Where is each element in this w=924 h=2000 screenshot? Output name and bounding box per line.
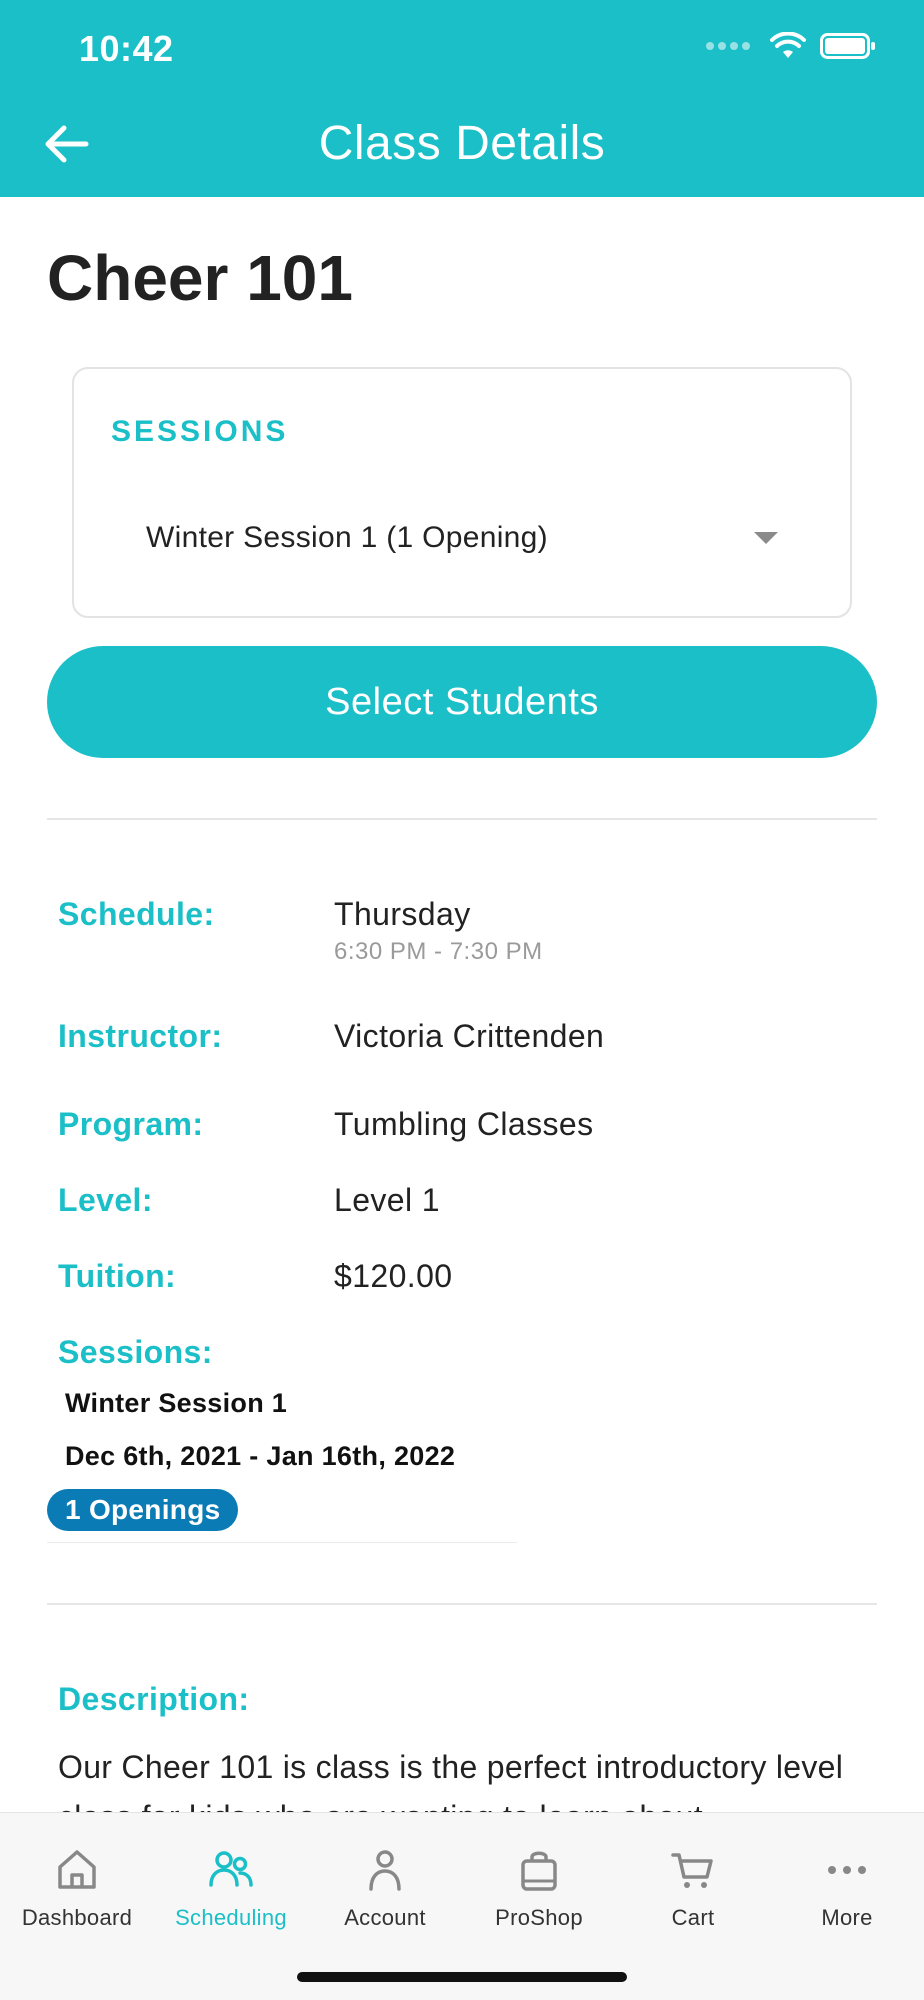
class-title: Cheer 101 bbox=[47, 242, 353, 314]
openings-badge: 1 Openings bbox=[47, 1489, 239, 1531]
person-icon bbox=[369, 1850, 401, 1891]
session-dropdown-value: Winter Session 1 (1 Opening) bbox=[146, 521, 548, 554]
cellular-signal-icon bbox=[706, 42, 750, 50]
tab-label: ProShop bbox=[495, 1905, 583, 1930]
tuition-value: $120.00 bbox=[334, 1258, 453, 1294]
caret-down-icon bbox=[754, 532, 778, 544]
divider bbox=[47, 1542, 517, 1543]
tab-cart[interactable]: Cart bbox=[616, 1831, 770, 1941]
level-label: Level: bbox=[58, 1182, 153, 1218]
tab-scheduling[interactable]: Scheduling bbox=[154, 1831, 308, 1941]
schedule-time: 6:30 PM - 7:30 PM bbox=[334, 938, 543, 965]
people-icon bbox=[209, 1851, 253, 1887]
schedule-day: Thursday bbox=[334, 896, 471, 932]
wifi-icon bbox=[770, 32, 806, 58]
status-icons bbox=[706, 32, 876, 60]
tab-label: Cart bbox=[671, 1905, 715, 1930]
divider bbox=[47, 818, 877, 820]
tab-label: More bbox=[821, 1905, 873, 1930]
tab-label: Dashboard bbox=[21, 1905, 133, 1930]
sessions-detail-label: Sessions: bbox=[58, 1334, 213, 1370]
tuition-label: Tuition: bbox=[58, 1258, 177, 1294]
instructor-value: Victoria Crittenden bbox=[334, 1018, 605, 1054]
program-value: Tumbling Classes bbox=[334, 1106, 594, 1142]
instructor-label: Instructor: bbox=[58, 1018, 223, 1054]
battery-icon bbox=[820, 33, 875, 59]
home-indicator bbox=[297, 1972, 627, 1982]
program-label: Program: bbox=[58, 1106, 204, 1142]
session-dates: Dec 6th, 2021 - Jan 16th, 2022 bbox=[65, 1441, 456, 1471]
level-value: Level 1 bbox=[334, 1182, 440, 1218]
tab-dashboard[interactable]: Dashboard bbox=[0, 1831, 154, 1941]
page-title: Class Details bbox=[318, 117, 606, 170]
shopping-bag-icon bbox=[521, 1851, 557, 1891]
sessions-card: SESSIONS Winter Session 1 (1 Opening) bbox=[72, 367, 852, 618]
top-app-bar: 10:42 Class Details bbox=[0, 0, 924, 197]
session-dropdown[interactable]: Winter Session 1 (1 Opening) bbox=[114, 513, 810, 563]
sessions-label: SESSIONS bbox=[111, 415, 289, 448]
tab-account[interactable]: Account bbox=[308, 1831, 462, 1941]
tab-more[interactable]: More bbox=[770, 1831, 924, 1941]
tab-proshop[interactable]: ProShop bbox=[462, 1831, 616, 1941]
select-students-button[interactable]: Select Students bbox=[47, 646, 877, 758]
more-icon bbox=[828, 1866, 866, 1874]
divider bbox=[47, 1603, 877, 1605]
home-icon bbox=[58, 1850, 96, 1889]
session-name: Winter Session 1 bbox=[65, 1388, 288, 1418]
tab-label: Scheduling bbox=[175, 1905, 287, 1930]
status-time: 10:42 bbox=[79, 28, 174, 69]
description-label: Description: bbox=[58, 1681, 250, 1717]
cart-icon bbox=[671, 1853, 713, 1888]
schedule-label: Schedule: bbox=[58, 896, 215, 932]
tab-label: Account bbox=[344, 1905, 426, 1930]
